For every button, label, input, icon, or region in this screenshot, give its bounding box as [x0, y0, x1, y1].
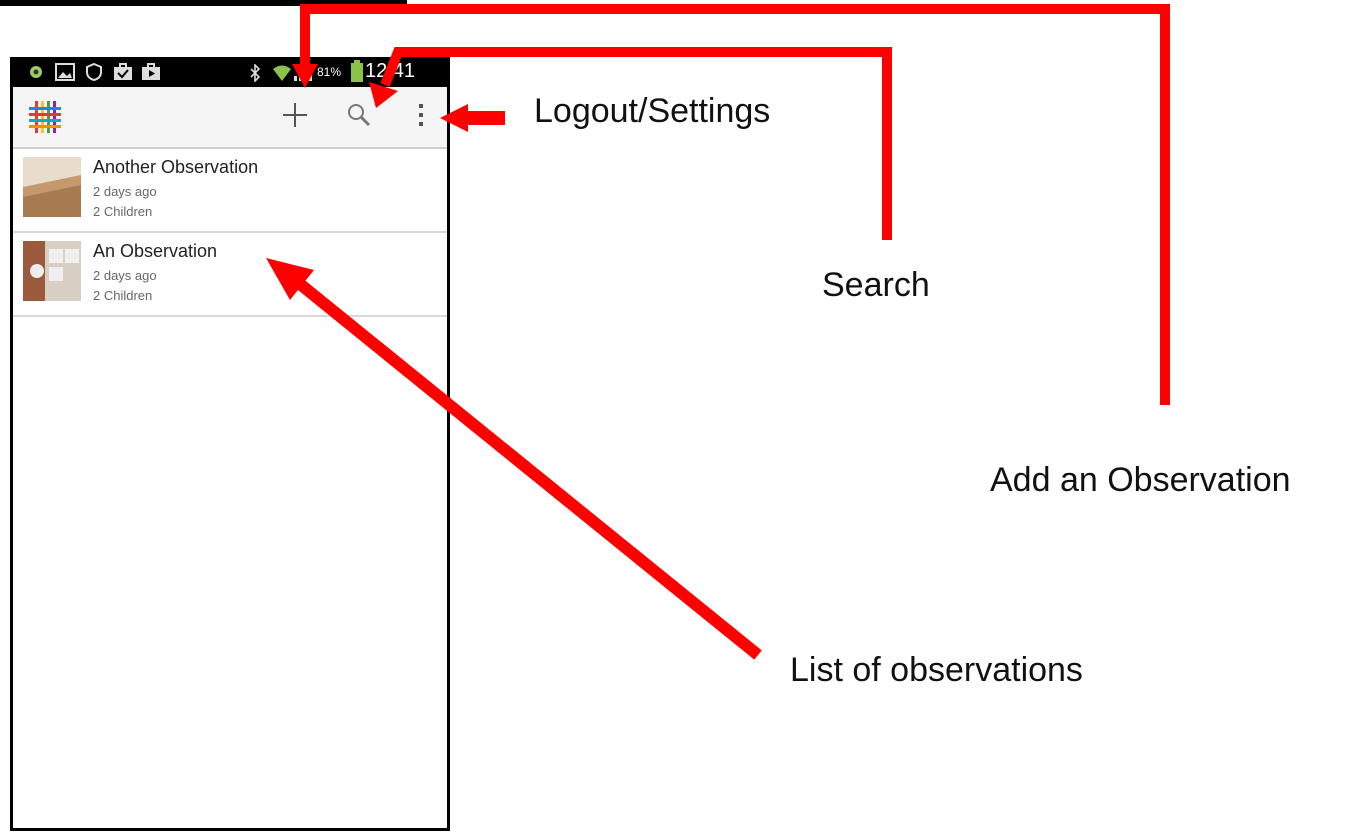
observation-thumbnail — [23, 157, 81, 217]
shield-icon — [85, 62, 103, 86]
search-label: Search — [822, 266, 930, 304]
search-icon — [346, 102, 372, 133]
observation-thumbnail — [23, 241, 81, 301]
observation-list: Another Observation 2 days ago 2 Childre… — [13, 149, 447, 317]
bluetooth-icon — [249, 63, 261, 87]
observation-children: 2 Children — [93, 204, 153, 219]
battery-percent: 81% — [317, 65, 342, 79]
image-icon — [55, 63, 75, 86]
grid-weave-logo[interactable] — [29, 101, 61, 133]
observation-time: 2 days ago — [93, 184, 157, 199]
top-edge-bar — [0, 0, 407, 6]
observation-time: 2 days ago — [93, 268, 157, 283]
signal-icon — [293, 62, 315, 87]
phone-screen: 81% 12:41 Another Observation 2 days ago… — [10, 57, 450, 831]
briefcase-check-icon — [113, 63, 133, 86]
observation-title: Another Observation — [93, 157, 259, 177]
search-button[interactable] — [335, 87, 383, 147]
pinwheel-icon — [27, 63, 45, 86]
list-of-observations-label: List of observations — [790, 651, 1083, 689]
list-item[interactable]: Another Observation 2 days ago 2 Childre… — [13, 149, 447, 233]
plus-icon — [281, 101, 309, 134]
clock: 12:41 — [365, 60, 416, 82]
overflow-menu-button[interactable] — [403, 87, 439, 147]
search-arrow — [380, 47, 892, 240]
add-observation-label: Add an Observation — [990, 461, 1291, 499]
action-bar — [13, 87, 447, 149]
logout-settings-label: Logout/Settings — [534, 92, 771, 130]
add-observation-button[interactable] — [271, 87, 319, 147]
battery-icon — [351, 60, 363, 82]
list-item[interactable]: An Observation 2 days ago 2 Children — [13, 233, 447, 317]
play-store-icon — [141, 63, 161, 86]
observation-children: 2 Children — [93, 288, 153, 303]
status-bar: 81% 12:41 — [13, 57, 447, 87]
wifi-icon — [271, 62, 293, 87]
overflow-menu-icon — [417, 102, 425, 133]
observation-title: An Observation — [93, 241, 218, 261]
